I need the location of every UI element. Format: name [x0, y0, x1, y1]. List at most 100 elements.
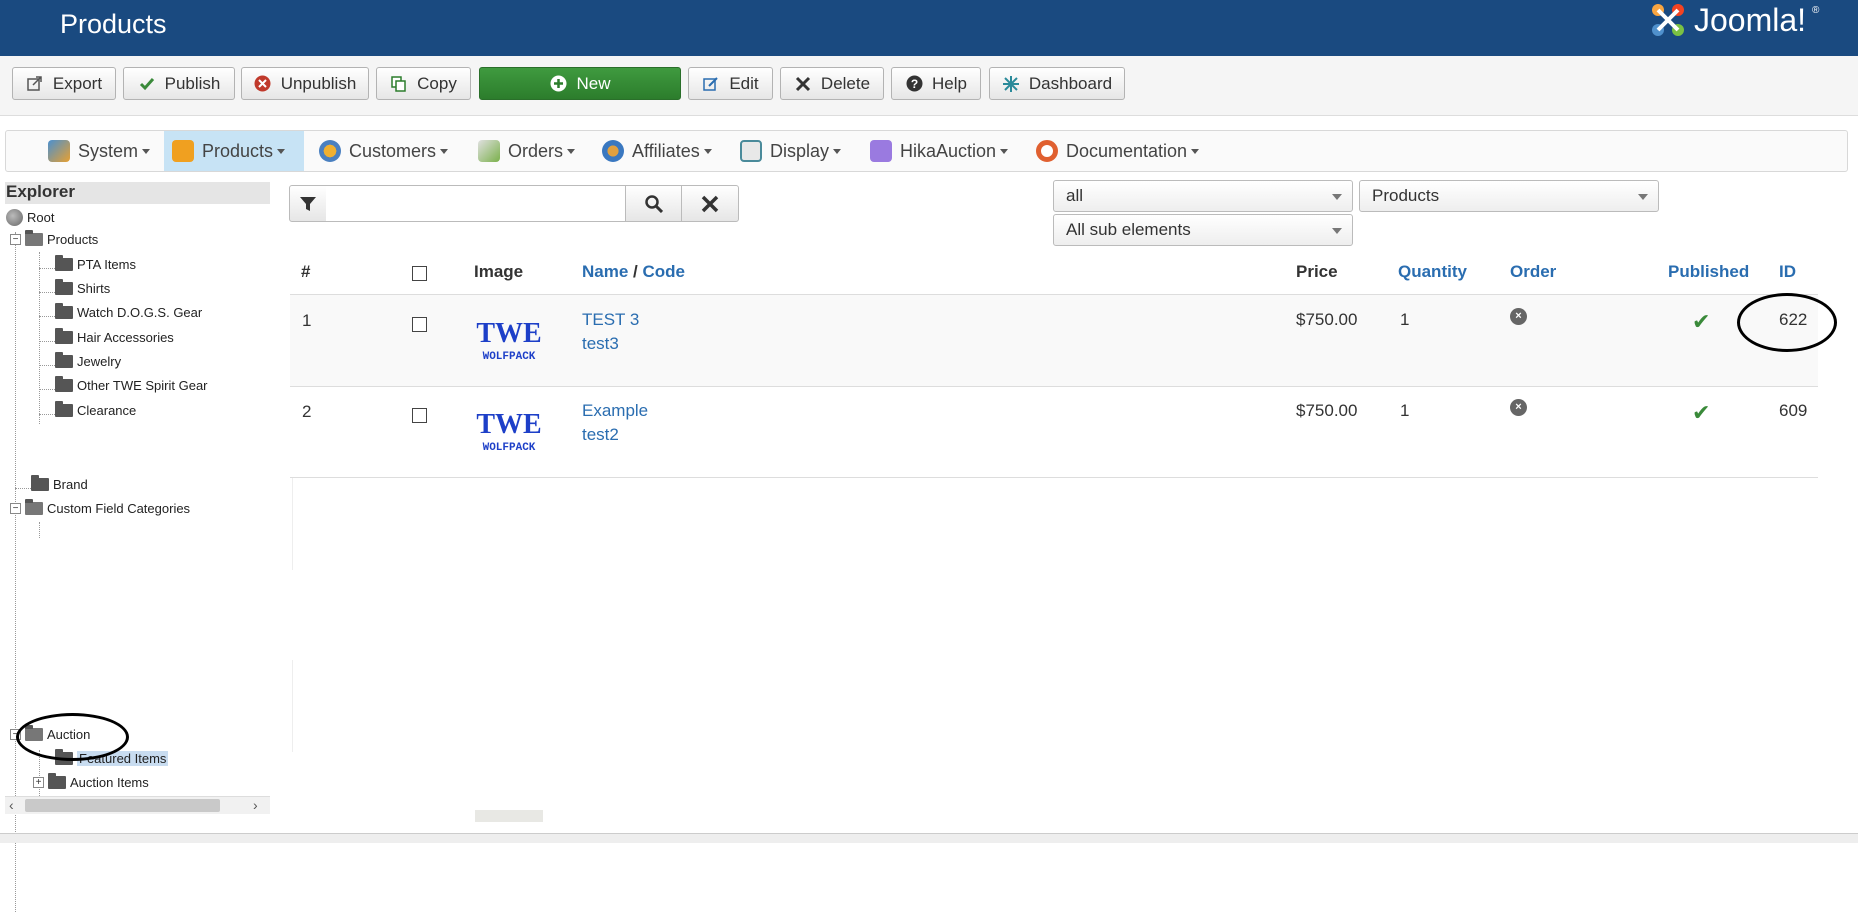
tree-products[interactable]: − Products	[10, 230, 98, 247]
filter-button[interactable]	[289, 185, 327, 222]
published-check-icon[interactable]: ✔	[1692, 400, 1710, 426]
new-button[interactable]: New	[479, 67, 681, 100]
tree-custom-field-categories[interactable]: − Custom Field Categories	[10, 499, 190, 516]
menu-system[interactable]: System	[40, 131, 158, 171]
sort-id-link[interactable]: ID	[1779, 262, 1796, 282]
publish-button[interactable]: Publish	[123, 67, 235, 100]
menu-documentation[interactable]: Documentation	[1028, 131, 1207, 171]
copy-button[interactable]: Copy	[376, 67, 471, 100]
chevron-down-icon	[1000, 148, 1009, 154]
sort-order-link[interactable]: Order	[1510, 262, 1556, 282]
dashboard-button[interactable]: Dashboard	[989, 67, 1125, 100]
product-price: $750.00	[1296, 310, 1358, 329]
products-icon	[172, 140, 194, 162]
tree-item-watch-dogs-gear[interactable]: Watch D.O.G.S. Gear	[55, 303, 202, 320]
product-logo-top: TWE	[476, 318, 541, 349]
product-image[interactable]: TWE WOLFPACK	[476, 316, 542, 364]
menu-orders[interactable]: Orders	[470, 131, 583, 171]
product-quantity: 1	[1400, 401, 1410, 420]
menu-display[interactable]: Display	[732, 131, 849, 171]
tree-item-pta-items[interactable]: PTA Items	[55, 255, 136, 272]
unpublish-button[interactable]: Unpublish	[241, 67, 369, 100]
menu-products-label: Products	[202, 140, 274, 161]
export-icon	[26, 75, 44, 93]
tree-brand[interactable]: Brand	[31, 475, 88, 492]
sub-elements-select-value: All sub elements	[1066, 220, 1191, 239]
col-header-num: #	[301, 262, 311, 281]
folder-icon	[55, 376, 73, 392]
product-image[interactable]: TWE WOLFPACK	[476, 407, 542, 455]
expand-icon[interactable]: +	[33, 777, 44, 788]
table-row: 2 TWE WOLFPACK Example test2 $750.00 1 ×…	[290, 386, 1818, 478]
folder-icon	[55, 352, 73, 368]
product-code-link[interactable]: test2	[582, 425, 619, 445]
edit-button[interactable]: Edit	[688, 67, 773, 100]
published-check-icon[interactable]: ✔	[1692, 309, 1710, 335]
sort-published-link[interactable]: Published	[1668, 262, 1749, 282]
menu-products[interactable]: Products	[164, 131, 304, 171]
sort-quantity-link[interactable]: Quantity	[1398, 262, 1467, 282]
tree-item-hair-accessories[interactable]: Hair Accessories	[55, 328, 174, 345]
collapse-icon[interactable]: −	[10, 503, 21, 514]
product-logo-bottom: WOLFPACK	[483, 351, 536, 363]
partial-image	[475, 810, 543, 822]
product-name-link[interactable]: Example	[582, 401, 648, 421]
product-quantity: 1	[1400, 310, 1410, 329]
tree-item-label: Clearance	[77, 403, 137, 418]
scrollbar-thumb[interactable]	[25, 799, 220, 812]
toolbar: Export Publish Unpublish Copy New Edit D…	[0, 56, 1858, 116]
explorer-panel: Explorer Root − Products PTA Items Shirt…	[5, 182, 270, 912]
page-title: Products	[60, 9, 167, 39]
scroll-right-icon[interactable]: ›	[253, 797, 258, 813]
product-name-link[interactable]: TEST 3	[582, 310, 639, 330]
copy-icon	[390, 75, 408, 93]
folder-open-icon	[25, 230, 43, 246]
export-button[interactable]: Export	[12, 67, 116, 100]
row-checkbox[interactable]	[412, 317, 427, 332]
sort-code-link[interactable]: Code	[643, 262, 686, 281]
edit-label: Edit	[729, 73, 759, 93]
tree-item-shirts[interactable]: Shirts	[55, 279, 110, 296]
order-remove-icon[interactable]: ×	[1510, 308, 1527, 325]
menu-hikaauction[interactable]: HikaAuction	[862, 131, 1016, 171]
dropdown-arrow-icon	[1332, 228, 1342, 234]
scroll-left-icon[interactable]: ‹	[9, 797, 14, 813]
help-button[interactable]: ? Help	[891, 67, 981, 100]
tree-item-other-twe-spirit-gear[interactable]: Other TWE Spirit Gear	[55, 376, 208, 393]
publish-label: Publish	[164, 73, 221, 93]
product-code-link[interactable]: test3	[582, 334, 619, 354]
main-menu: System Products Customers Orders Affilia…	[5, 130, 1848, 172]
clear-button[interactable]	[681, 185, 739, 222]
search-input[interactable]	[326, 185, 626, 222]
select-all-checkbox[interactable]	[412, 266, 427, 281]
menu-documentation-label: Documentation	[1066, 140, 1188, 161]
explorer-scrollbar[interactable]: ‹ ›	[5, 796, 270, 814]
sort-name-link[interactable]: Name	[582, 262, 628, 281]
tree-item-clearance[interactable]: Clearance	[55, 401, 137, 418]
tree-root[interactable]: Root	[6, 209, 54, 226]
sub-elements-select[interactable]: All sub elements	[1053, 214, 1353, 246]
help-label: Help	[932, 73, 967, 93]
joomla-logo[interactable]: Joomla! ®	[1648, 0, 1819, 40]
type-select-value: Products	[1372, 186, 1440, 205]
lifebuoy-icon	[1036, 140, 1058, 162]
menu-orders-label: Orders	[508, 140, 564, 161]
menu-affiliates[interactable]: Affiliates	[594, 131, 720, 171]
menu-system-label: System	[78, 140, 139, 161]
explorer-title: Explorer	[5, 182, 270, 204]
dropdown-arrow-icon	[1638, 194, 1648, 200]
collapse-icon[interactable]: −	[10, 234, 21, 245]
search-button[interactable]	[625, 185, 682, 222]
folder-icon	[31, 475, 49, 491]
type-select[interactable]: Products	[1359, 180, 1659, 212]
row-checkbox[interactable]	[412, 408, 427, 423]
delete-button[interactable]: Delete	[780, 67, 884, 100]
tree-item-jewelry[interactable]: Jewelry	[55, 352, 121, 369]
menu-customers[interactable]: Customers	[311, 131, 456, 171]
tree-item-auction-items[interactable]: + Auction Items	[33, 773, 149, 790]
chevron-down-icon	[833, 148, 842, 154]
status-select[interactable]: all	[1053, 180, 1353, 212]
order-remove-icon[interactable]: ×	[1510, 399, 1527, 416]
folder-open-icon	[25, 499, 43, 515]
folder-icon	[55, 303, 73, 319]
